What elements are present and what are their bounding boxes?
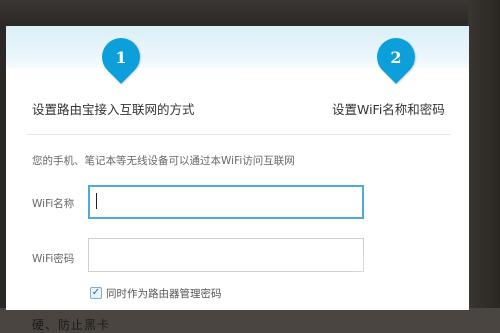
step-2-number: 2 <box>390 47 402 67</box>
step-2-label: 设置WiFi名称和密码 <box>332 102 445 117</box>
use-as-admin-password-label[interactable]: 同时作为路由器管理密码 <box>106 286 222 301</box>
wifi-description: 您的手机、笔记本等无线设备可以通过本WiFi访问互联网 <box>32 155 295 167</box>
step-1-marker-icon: 1 <box>94 30 148 84</box>
use-as-admin-password-checkbox[interactable]: ✓ <box>90 287 102 299</box>
divider <box>26 134 450 135</box>
background-right <box>468 0 500 333</box>
watermark-glow <box>345 248 465 288</box>
step-1-number: 1 <box>115 47 127 67</box>
checkmark-icon: ✓ <box>91 287 101 298</box>
background-top <box>0 0 500 22</box>
wifi-password-label: WiFi密码 <box>32 253 75 265</box>
wifi-name-label: WiFi名称 <box>32 198 75 210</box>
text-cursor <box>96 193 97 209</box>
step-1-label: 设置路由宝接入互联网的方式 <box>32 102 195 117</box>
wifi-name-input[interactable] <box>88 185 364 219</box>
wifi-password-input[interactable] <box>88 238 364 272</box>
step-2-marker-icon: 2 <box>369 30 423 84</box>
background-partial-text: 硬、防止黑卡 <box>32 318 111 332</box>
